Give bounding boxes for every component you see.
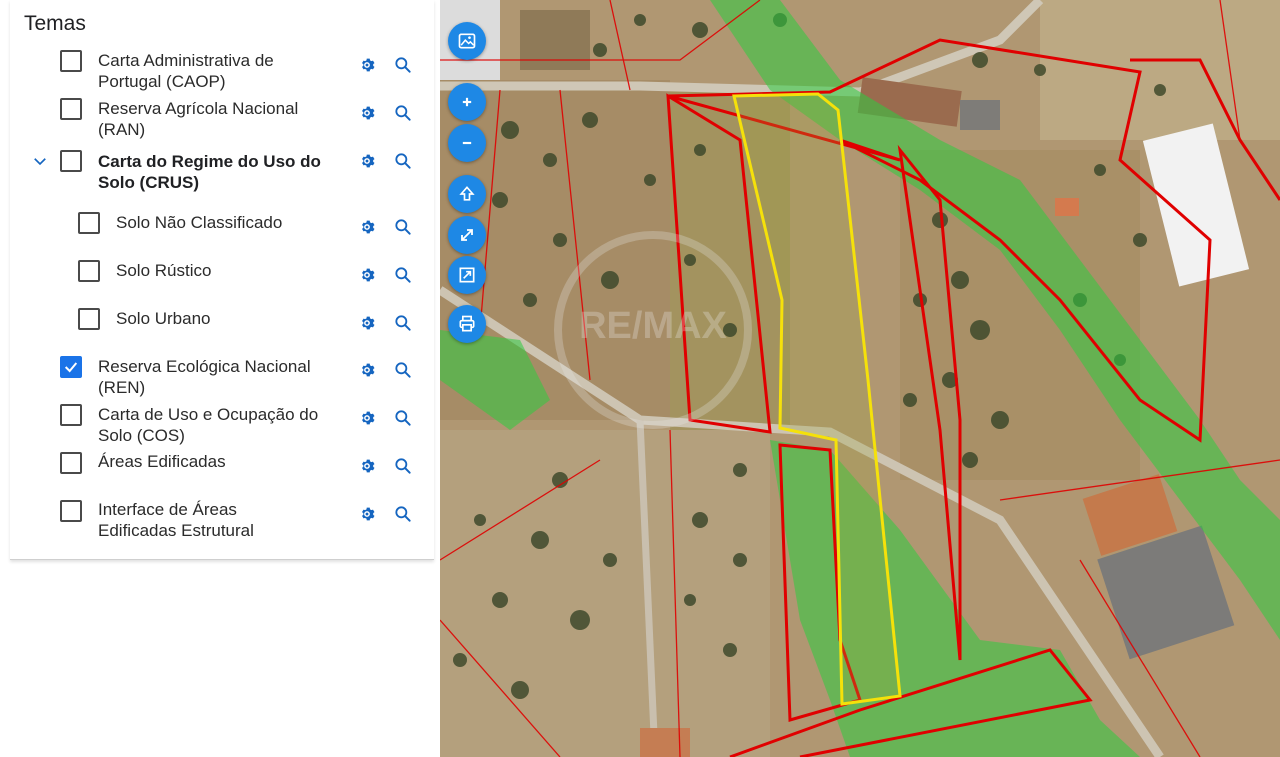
layer-checkbox-crus[interactable]: [60, 150, 82, 172]
fullscreen-icon: [461, 229, 473, 241]
sublayer-checkbox[interactable]: [78, 308, 100, 330]
gear-icon[interactable]: [357, 456, 377, 476]
layer-label-line2: (RAN): [98, 120, 146, 139]
layer-label-line1: Interface de Áreas: [98, 500, 237, 519]
search-icon[interactable]: [393, 103, 413, 123]
layer-label-ran: Reserva Agrícola Nacional (RAN): [98, 98, 298, 140]
search-icon[interactable]: [393, 55, 413, 75]
layer-checkbox-cos[interactable]: [60, 404, 82, 426]
zoom-out-button[interactable]: [448, 124, 486, 162]
home-button[interactable]: [448, 175, 486, 213]
layer-label-interface-areas: Interface de Áreas Edificadas Estrutural: [98, 499, 254, 541]
layer-label-line2: Portugal (CAOP): [98, 72, 226, 91]
layer-checkbox-areas-edificadas[interactable]: [60, 452, 82, 474]
gear-icon[interactable]: [357, 217, 377, 237]
gear-icon[interactable]: [357, 360, 377, 380]
layer-label-line1: Carta do Regime do Uso do: [98, 152, 321, 171]
zoom-out-icon: [462, 141, 472, 145]
zoom-in-button[interactable]: [448, 83, 486, 121]
panel-title: Temas: [24, 12, 86, 35]
layers-panel: Temas Carta Administrativa de Portugal (…: [0, 0, 440, 757]
zoom-extent-icon: [459, 267, 475, 283]
layer-label-line2: Solo (COS): [98, 426, 185, 445]
search-icon[interactable]: [393, 504, 413, 524]
basemap-icon: [458, 33, 476, 49]
checkmark-icon: [64, 362, 78, 373]
gear-icon[interactable]: [357, 103, 377, 123]
sublayer-checkbox[interactable]: [78, 212, 100, 234]
layer-label-line1: Áreas Edificadas: [98, 452, 226, 471]
sublayer-label: Solo Não Classificado: [116, 213, 283, 232]
home-icon: [459, 186, 475, 201]
gear-icon[interactable]: [357, 408, 377, 428]
fullscreen-button[interactable]: [448, 216, 486, 254]
sublayer-label: Solo Urbano: [116, 309, 211, 328]
layer-label-line1: Reserva Ecológica Nacional: [98, 357, 311, 376]
layer-label-line2: Edificadas Estrutural: [98, 521, 254, 540]
layer-label-line1: Reserva Agrícola Nacional: [98, 99, 299, 118]
layer-checkbox-ren[interactable]: [60, 356, 82, 378]
layer-label-cos: Carta de Uso e Ocupação do Solo (COS): [98, 404, 318, 446]
gear-icon[interactable]: [357, 265, 377, 285]
layer-checkbox-caop[interactable]: [60, 50, 82, 72]
sublayer-checkbox[interactable]: [78, 260, 100, 282]
zoom-extent-button[interactable]: [448, 256, 486, 294]
map-view[interactable]: RE/MAX: [440, 0, 1280, 757]
search-icon[interactable]: [393, 313, 413, 333]
layer-label-line1: Carta Administrativa de: [98, 51, 274, 70]
satellite-map: RE/MAX: [440, 0, 1280, 757]
layer-label-caop: Carta Administrativa de Portugal (CAOP): [98, 50, 274, 92]
gear-icon[interactable]: [357, 55, 377, 75]
layer-checkbox-interface-areas[interactable]: [60, 500, 82, 522]
basemap-button[interactable]: [448, 22, 486, 60]
search-icon[interactable]: [393, 217, 413, 237]
gear-icon[interactable]: [357, 313, 377, 333]
search-icon[interactable]: [393, 456, 413, 476]
layer-label-line1: Carta de Uso e Ocupação do: [98, 405, 319, 424]
search-icon[interactable]: [393, 408, 413, 428]
gear-icon[interactable]: [357, 151, 377, 171]
layer-label-ren: Reserva Ecológica Nacional (REN): [98, 356, 311, 398]
app-root: Temas Carta Administrativa de Portugal (…: [0, 0, 1280, 757]
layer-label-areas-edificadas: Áreas Edificadas: [98, 451, 226, 472]
gear-icon[interactable]: [357, 504, 377, 524]
search-icon[interactable]: [393, 360, 413, 380]
watermark-text: RE/MAX: [579, 305, 727, 347]
zoom-in-icon: [462, 97, 472, 107]
print-icon: [459, 315, 475, 332]
search-icon[interactable]: [393, 151, 413, 171]
layer-checkbox-ran[interactable]: [60, 98, 82, 120]
print-button[interactable]: [448, 305, 486, 343]
sublayer-label: Solo Rústico: [116, 261, 212, 280]
layer-label-line2: (REN): [98, 378, 146, 397]
layer-label-crus: Carta do Regime do Uso do Solo (CRUS): [98, 151, 321, 193]
layer-label-line2: Solo (CRUS): [98, 173, 200, 192]
search-icon[interactable]: [393, 265, 413, 285]
chevron-down-icon[interactable]: [31, 152, 49, 170]
